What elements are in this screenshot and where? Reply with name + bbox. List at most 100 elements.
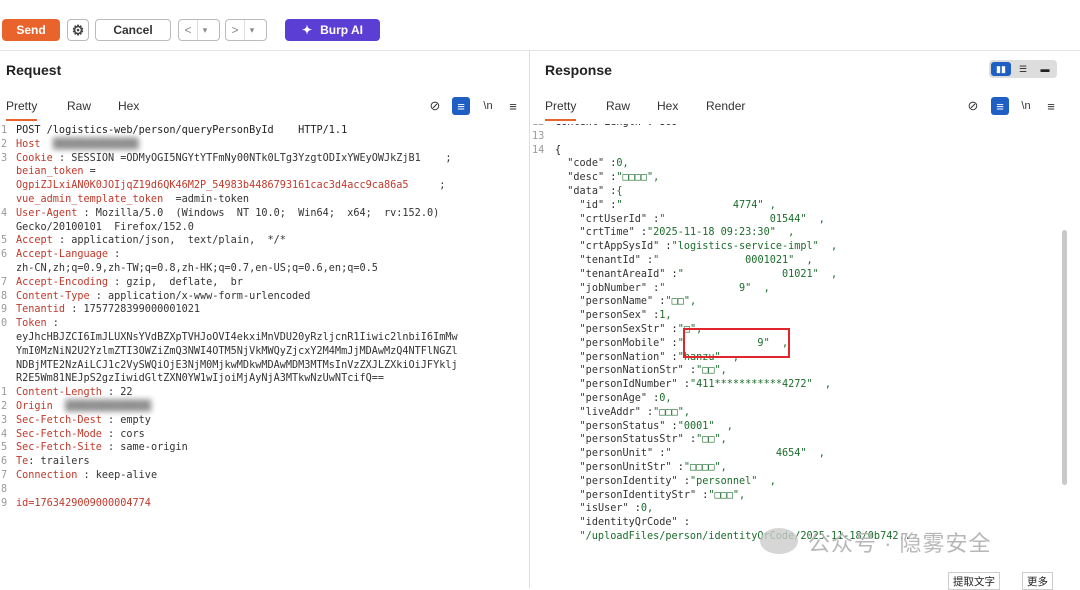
line-number: 8 <box>1 290 8 302</box>
response-line: "tenantId" :" 0001021" , <box>531 254 1080 268</box>
wechat-logo-icon <box>760 528 798 554</box>
line-text: "liveAddr" :"□□□", <box>579 406 690 418</box>
request-line: 7 Accept-Encoding : gzip, deflate, br <box>0 276 529 290</box>
line-text: Content-Type : application/x-www-form-ur… <box>16 290 311 302</box>
back-arrow-icon[interactable]: < <box>179 20 197 40</box>
burp-ai-button[interactable]: ✦ Burp AI <box>285 19 380 41</box>
line-text: beian_token = <box>16 166 96 178</box>
request-line: 5 Sec-Fetch-Site : same-origin <box>0 441 529 455</box>
line-text: Cookie : SESSION =ODMyOGI5NGYtYTFmNy00NT… <box>16 152 452 164</box>
line-text: "crtUserId" :" 01544" , <box>579 213 825 225</box>
tab-hex[interactable]: Hex <box>657 99 678 113</box>
watermark: 公众号 · 隐雾安全 <box>808 531 992 556</box>
request-line: 3 Sec-Fetch-Dest : empty <box>0 414 529 428</box>
line-text: Gecko/20100101 Firefox/152.0 <box>16 221 194 233</box>
extract-text-button[interactable]: 提取文字 <box>948 572 1000 590</box>
wrap-lines-icon[interactable]: ≡ <box>991 97 1009 115</box>
request-line: 1 POST /logistics-web/person/queryPersonB… <box>0 124 529 138</box>
response-line: "tenantAreaId" :" 01021" , <box>531 268 1080 282</box>
line-text: Content-Length : 22 <box>16 387 133 399</box>
single-pane-icon[interactable]: ▬ <box>1035 62 1055 76</box>
line-text: "identityQrCode" : <box>579 517 690 529</box>
line-number: 3 <box>1 152 8 164</box>
line-text: id=1763429009000004774 <box>16 497 151 509</box>
wrap-lines-icon[interactable]: ≡ <box>452 97 470 115</box>
line-text: Origin ██████████████ <box>16 401 151 412</box>
tab-pretty[interactable]: Pretty <box>6 99 38 121</box>
burp-ai-label: Burp AI <box>320 23 363 37</box>
request-line: 0 Token : <box>0 317 529 331</box>
line-text: Tenantid : 1757728399000001021 <box>16 304 201 316</box>
chevron-down-icon[interactable]: ▾ <box>244 20 259 40</box>
tab-pretty[interactable]: Pretty <box>545 99 577 121</box>
response-tabs: Pretty Raw Hex Render ⊘ ≡ \n ≡ <box>531 97 1080 123</box>
line-number: 8 <box>1 483 8 495</box>
request-line: 1 Content-Length : 22 <box>0 386 529 400</box>
chevron-down-icon[interactable]: ▾ <box>197 20 212 40</box>
request-line: 4 User-Agent : Mozilla/5.0 (Windows NT 10… <box>0 207 529 221</box>
line-text: "jobNumber" :" 9" , <box>579 282 770 294</box>
request-line: 2 Origin ██████████████ <box>0 400 529 414</box>
request-line: eyJhcHBJZCI6ImJLUXNsYVdBZXpTVHJoOVI4ekxi… <box>0 331 529 345</box>
request-line: YmI0MzNiN2U2YzlmZTI3OWZiZmQ3NWI4OTM5NjVk… <box>0 345 529 359</box>
request-line: NDBjMTE2NzAiLCJ1c2VySWQiOjE3NjM0MjkwMDkw… <box>0 359 529 373</box>
response-line: 14 { <box>531 144 1080 158</box>
line-text: Sec-Fetch-Site : same-origin <box>16 442 188 454</box>
tab-raw[interactable]: Raw <box>606 99 630 113</box>
request-line: 5 Accept : application/json, text/plain, … <box>0 234 529 248</box>
request-line: 9 Tenantid : 1757728399000001021 <box>0 303 529 317</box>
line-text: "personIdentityStr" :"□□□", <box>579 489 746 501</box>
back-nav[interactable]: < ▾ <box>178 19 220 41</box>
eye-off-icon[interactable]: ⊘ <box>964 97 982 115</box>
request-title: Request <box>6 62 62 78</box>
menu-icon[interactable]: ≡ <box>1042 97 1060 115</box>
request-editor[interactable]: 1 POST /logistics-web/person/queryPersonB… <box>0 124 529 558</box>
response-line: "personUnitStr" :"□□□□", <box>531 461 1080 475</box>
send-button[interactable]: Send <box>2 19 60 41</box>
layout-toggle[interactable]: ▮▮ ☰ ▬ <box>989 60 1057 78</box>
request-line: beian_token = <box>0 165 529 179</box>
line-text: "personUnit" :" 4654" , <box>579 448 825 460</box>
line-text: "id" :" 4774" , <box>579 199 776 211</box>
line-text: Sec-Fetch-Mode : cors <box>16 428 145 440</box>
response-line: "personStatus" :"0001" , <box>531 420 1080 434</box>
line-text: "desc" :"□□□□", <box>567 172 660 184</box>
line-text: Accept-Encoding : gzip, deflate, br <box>16 276 243 288</box>
split-rows-icon[interactable]: ☰ <box>1013 62 1033 76</box>
settings-gear-icon[interactable]: ⚙ <box>67 19 89 41</box>
line-text: "personStatus" :"0001" , <box>579 420 733 432</box>
highlight-box <box>683 328 790 358</box>
response-line: "personMobile" :" 9" , <box>531 337 1080 351</box>
line-text: OgpiZJLxiAN0K0JOIjqZ19d6QK46M2P_54983b44… <box>16 180 446 192</box>
request-line: OgpiZJLxiAN0K0JOIjqZ19d6QK46M2P_54983b44… <box>0 179 529 193</box>
line-text: "tenantAreaId" :" 01021" , <box>579 268 838 280</box>
request-line: zh-CN,zh;q=0.9,zh-TW;q=0.8,zh-HK;q=0.7,e… <box>0 262 529 276</box>
line-text: Accept : application/json, text/plain, *… <box>16 235 286 247</box>
newline-toggle[interactable]: \n <box>479 97 497 115</box>
request-line: vue_admin_template_token =admin-token <box>0 193 529 207</box>
response-line: "code" :0, <box>531 157 1080 171</box>
line-text: zh-CN,zh;q=0.9,zh-TW;q=0.8,zh-HK;q=0.7,e… <box>16 263 378 274</box>
more-button[interactable]: 更多 <box>1022 572 1053 590</box>
response-line: 13 <box>531 130 1080 144</box>
menu-icon[interactable]: ≡ <box>504 97 522 115</box>
response-scrollbar[interactable] <box>1062 230 1067 485</box>
line-number: 4 <box>1 428 8 440</box>
line-text: Accept-Language : <box>16 249 121 261</box>
split-columns-icon[interactable]: ▮▮ <box>991 62 1011 76</box>
line-text: "crtTime" :"2025-11-18 09:23:30" , <box>579 227 795 239</box>
forward-nav[interactable]: > ▾ <box>225 19 267 41</box>
tab-hex[interactable]: Hex <box>118 99 139 113</box>
line-text: "personSexStr" :"□", <box>579 324 703 335</box>
line-number: 2 <box>1 138 8 150</box>
cancel-button[interactable]: Cancel <box>95 19 171 41</box>
eye-off-icon[interactable]: ⊘ <box>426 97 444 115</box>
forward-arrow-icon[interactable]: > <box>226 20 244 40</box>
sparkle-icon: ✦ <box>302 23 313 37</box>
response-editor[interactable]: 12Content-Length : 8691314{ "code" :0, "… <box>531 124 1080 558</box>
line-text: Te: trailers <box>16 456 90 468</box>
tab-raw[interactable]: Raw <box>67 99 91 113</box>
newline-toggle[interactable]: \n <box>1017 97 1035 115</box>
tab-render[interactable]: Render <box>706 99 745 113</box>
line-text: "personName" :"□□", <box>579 296 697 308</box>
